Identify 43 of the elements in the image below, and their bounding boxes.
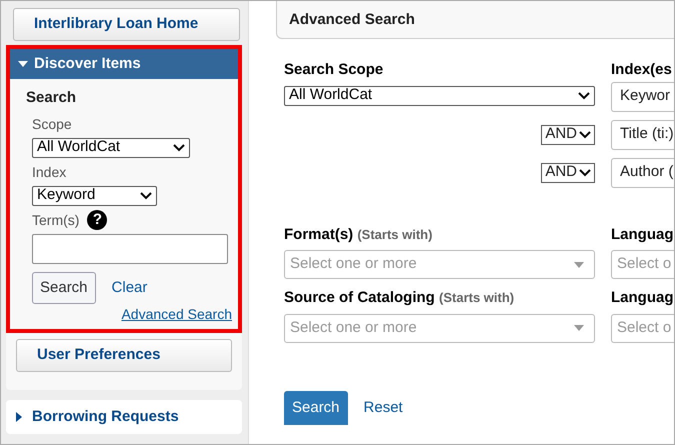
caret-right-icon [14, 412, 24, 422]
scope-select[interactable]: All WorldCat [32, 138, 190, 158]
terms-label: Term(s) [32, 210, 80, 230]
search-button[interactable]: Search [32, 272, 96, 304]
operator-select[interactable]: AND [541, 162, 595, 182]
search-heading: Search [26, 88, 78, 108]
index-field[interactable]: Keywor [611, 82, 674, 112]
filter-label: Languag [611, 224, 674, 244]
section-title: Borrowing Requests [32, 406, 179, 426]
index-select[interactable]: Keyword [32, 186, 157, 206]
discover-header[interactable]: Discover Items [10, 48, 238, 79]
index-label: Index [32, 162, 68, 182]
section-header[interactable]: Borrowing Requests [6, 400, 242, 434]
chevron-icon [173, 144, 185, 152]
reset-link[interactable]: Reset [364, 396, 403, 419]
caret-down-icon [18, 58, 28, 69]
filter-label: Languag [611, 288, 674, 308]
help-icon[interactable]: ? [87, 210, 108, 230]
chevron-icon [140, 192, 152, 200]
index-field[interactable]: Author ( [611, 158, 674, 188]
hint-text: (Starts with) [439, 290, 514, 305]
scope-label: Scope [32, 114, 73, 134]
home-button[interactable]: Interlibrary Loan Home [13, 8, 240, 40]
clear-link[interactable]: Clear [112, 276, 148, 299]
operator-select[interactable]: AND [541, 124, 595, 144]
chevron-icon [579, 168, 591, 176]
chevron-icon [579, 130, 591, 138]
index-field[interactable]: Title (ti:) [611, 120, 674, 150]
chevron-icon [578, 92, 590, 100]
hint-text: (Starts with) [357, 226, 432, 242]
scope-label: Search Scope [284, 60, 384, 80]
index-label: Index(es [611, 60, 673, 80]
filter-label: Source of Cataloging [284, 289, 435, 306]
search-button[interactable]: Search [284, 390, 348, 425]
caret-down-icon [574, 323, 584, 333]
filter-label: Format(s) [284, 226, 354, 242]
discover-title: Discover Items [34, 54, 141, 74]
preferences-button[interactable]: User Preferences [16, 339, 232, 372]
caret-down-icon [574, 260, 584, 270]
advanced-search-link[interactable]: Advanced Search [121, 306, 232, 322]
page-title: Advanced Search [276, 1, 674, 39]
terms-field[interactable] [32, 234, 228, 264]
scope-select[interactable]: All WorldCat [284, 86, 595, 106]
